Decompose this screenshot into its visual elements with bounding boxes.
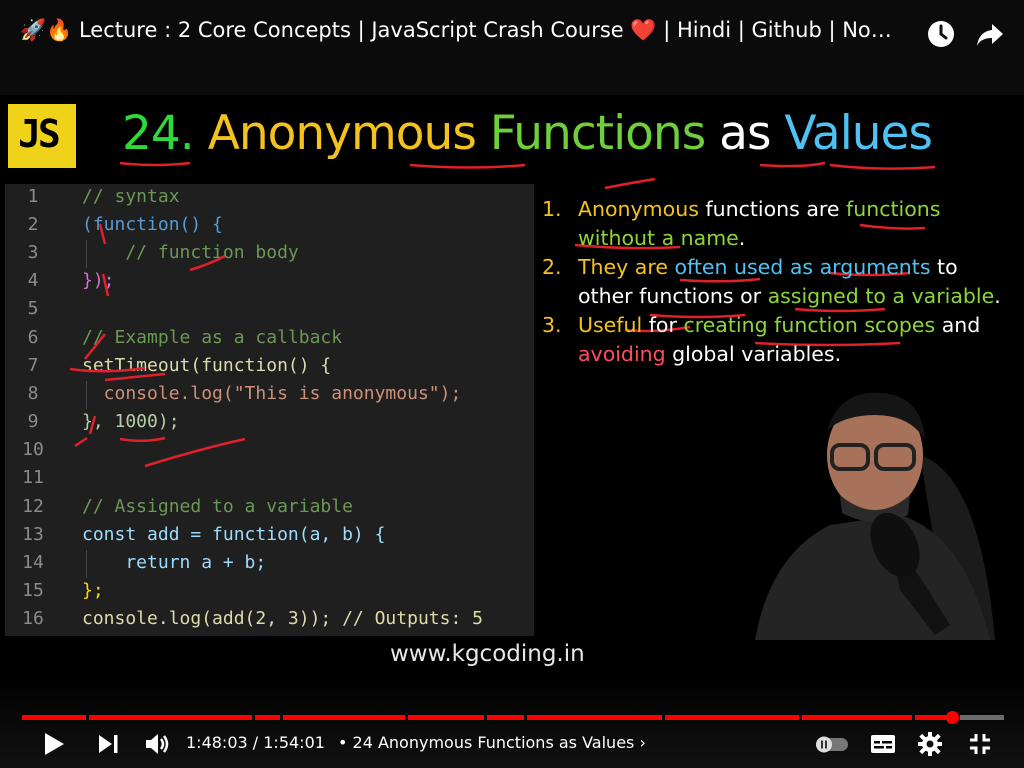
played-segment [665,715,799,720]
title-bar: 🚀🔥 Lecture : 2 Core Concepts | JavaScrip… [0,0,1024,95]
played-segment [408,715,484,720]
bullet-point-1: 1. Anonymous functions are functions wit… [542,197,941,250]
current-time: 1:48:03 [186,733,248,752]
played-segment [89,715,252,720]
chapter-segment[interactable] [960,715,1004,720]
watch-later-icon[interactable] [925,18,957,50]
played-segment [527,715,662,720]
settings-icon[interactable] [916,730,944,758]
played-segment [283,715,405,720]
bullet-point-3: 3. Useful for creating function scopes a… [542,313,981,366]
autoplay-toggle-icon[interactable] [814,730,850,758]
progress-bar[interactable] [22,711,1004,724]
presenter-video [750,385,1000,640]
bullet-point-2: 2. They are often used as arguments to o… [542,255,1001,308]
next-icon[interactable] [95,730,123,758]
fullscreen-icon[interactable] [966,730,994,758]
code-editor: 1// syntax 2 (function() { 3 // function … [5,184,534,636]
code-pen-annotations [69,223,246,468]
chapter-title[interactable]: • 24 Anonymous Functions as Values › [338,733,646,752]
time-display: 1:48:03 / 1:54:01 [186,733,325,752]
share-icon[interactable] [974,18,1006,50]
website-watermark: www.kgcoding.in [390,641,585,667]
played-segment [802,715,912,720]
subtitles-icon[interactable] [869,730,897,758]
slide-bullet-points: 1. Anonymous functions are functions wit… [542,195,1012,369]
play-icon[interactable] [40,730,68,758]
played-segment [487,715,524,720]
played-segment [255,715,280,720]
scrubber-handle[interactable] [945,711,959,724]
volume-icon[interactable] [143,730,171,758]
duration: 1:54:01 [263,733,325,752]
played-segment [22,715,86,720]
video-title[interactable]: 🚀🔥 Lecture : 2 Core Concepts | JavaScrip… [20,18,910,43]
